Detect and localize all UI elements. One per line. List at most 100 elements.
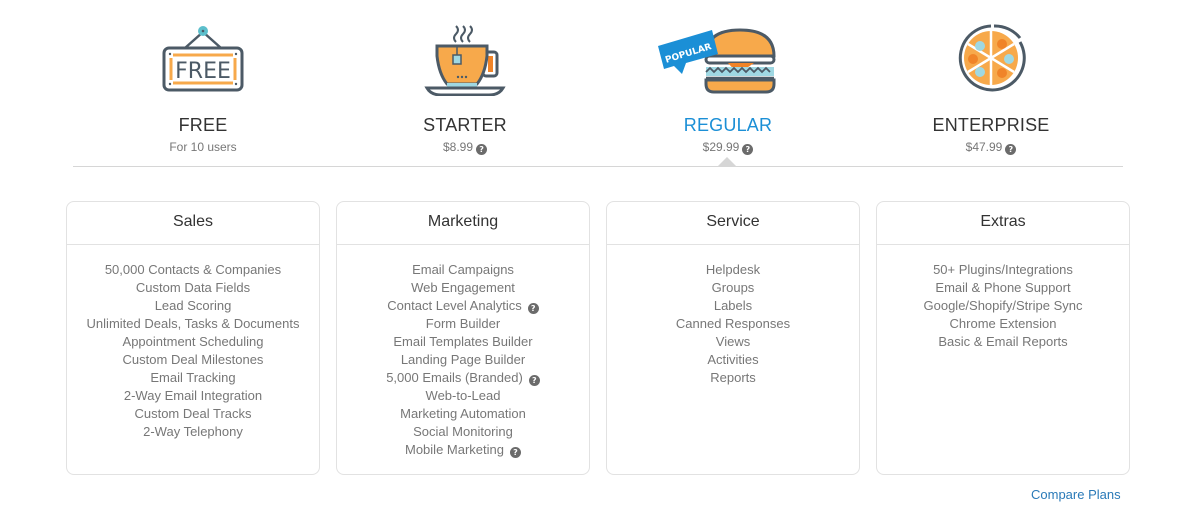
feature-item: 5,000 Emails (Branded)? bbox=[337, 369, 589, 387]
card-title: Marketing bbox=[337, 202, 589, 245]
feature-item: Appointment Scheduling bbox=[67, 333, 319, 351]
plan-price-text: $8.99 bbox=[442, 140, 474, 154]
feature-item: Google/Shopify/Stripe Sync bbox=[877, 297, 1129, 315]
feature-item: Lead Scoring bbox=[67, 297, 319, 315]
feature-label: Basic & Email Reports bbox=[938, 334, 1068, 349]
feature-label: Groups bbox=[711, 280, 755, 295]
feature-label: Email Campaigns bbox=[412, 262, 514, 277]
feature-label: Mobile Marketing bbox=[405, 442, 504, 457]
feature-item: Chrome Extension bbox=[877, 315, 1129, 333]
feature-label: Lead Scoring bbox=[154, 298, 232, 313]
plan-price: $29.99? bbox=[618, 140, 838, 155]
plan-price: $47.99? bbox=[881, 140, 1101, 155]
feature-label: Unlimited Deals, Tasks & Documents bbox=[86, 316, 300, 331]
feature-item: Views bbox=[607, 333, 859, 351]
feature-label: Reports bbox=[710, 370, 756, 385]
feature-label: Contact Level Analytics bbox=[387, 298, 522, 313]
feature-item: Labels bbox=[607, 297, 859, 315]
plan-name: ENTERPRISE bbox=[932, 115, 1050, 135]
feature-list: 50+ Plugins/Integrations Email & Phone Su… bbox=[877, 245, 1129, 351]
free-sign-icon: FREE bbox=[161, 22, 245, 99]
plan-price-text: For 10 users bbox=[169, 140, 237, 154]
feature-label: Google/Shopify/Stripe Sync bbox=[923, 298, 1083, 313]
plan-name: REGULAR bbox=[683, 115, 773, 135]
feature-label: 2-Way Telephony bbox=[143, 424, 243, 439]
plan-selector: FREE FREE For 10 users STARTER $8.99? PO… bbox=[0, 0, 1198, 170]
feature-item: Activities bbox=[607, 351, 859, 369]
plan-price: $8.99? bbox=[355, 140, 575, 155]
feature-item: 2-Way Email Integration bbox=[67, 387, 319, 405]
plan-price-text: $29.99 bbox=[702, 140, 740, 154]
feature-label: Labels bbox=[713, 298, 753, 313]
feature-item: Canned Responses bbox=[607, 315, 859, 333]
burger-icon: POPULAR bbox=[656, 22, 780, 99]
feature-item: Unlimited Deals, Tasks & Documents bbox=[67, 315, 319, 333]
tea-cup-icon bbox=[423, 22, 507, 101]
help-icon[interactable]: ? bbox=[510, 447, 521, 458]
feature-item: Marketing Automation bbox=[337, 405, 589, 423]
feature-label: Email Templates Builder bbox=[393, 334, 533, 349]
feature-item: Custom Deal Tracks bbox=[67, 405, 319, 423]
plans-divider bbox=[73, 166, 1123, 167]
feature-label: Form Builder bbox=[425, 316, 501, 331]
help-icon[interactable]: ? bbox=[476, 144, 488, 155]
help-icon[interactable]: ? bbox=[528, 375, 540, 386]
feature-label: Views bbox=[715, 334, 751, 349]
plan-price: For 10 users bbox=[93, 140, 313, 154]
feature-item: Form Builder bbox=[337, 315, 589, 333]
feature-item: Email Tracking bbox=[67, 369, 319, 387]
feature-label: 2-Way Email Integration bbox=[123, 388, 263, 403]
feature-item: Web-to-Lead bbox=[337, 387, 589, 405]
card-title: Service bbox=[607, 202, 859, 245]
feature-label: Marketing Automation bbox=[400, 406, 526, 421]
compare-plans-link[interactable]: Compare Plans bbox=[1031, 487, 1121, 502]
feature-label: 50+ Plugins/Integrations bbox=[933, 262, 1073, 277]
feature-label: 5,000 Emails (Branded) bbox=[386, 370, 523, 385]
feature-list: Email Campaigns Web Engagement Contact Lev… bbox=[337, 245, 589, 459]
feature-item: Web Engagement bbox=[337, 279, 589, 297]
feature-item: Basic & Email Reports bbox=[877, 333, 1129, 351]
feature-label: 50,000 Contacts & Companies bbox=[104, 262, 282, 277]
feature-label: Email & Phone Support bbox=[935, 280, 1071, 295]
feature-item: 2-Way Telephony bbox=[67, 423, 319, 441]
help-icon[interactable]: ? bbox=[527, 303, 539, 314]
feature-label: Helpdesk bbox=[705, 262, 761, 277]
help-icon[interactable]: ? bbox=[1005, 144, 1017, 155]
feature-label: Custom Data Fields bbox=[135, 280, 251, 295]
feature-label: Web-to-Lead bbox=[425, 388, 501, 403]
help-icon[interactable]: ? bbox=[742, 144, 754, 155]
card-title: Sales bbox=[67, 202, 319, 245]
feature-item: Groups bbox=[607, 279, 859, 297]
feature-label: Social Monitoring bbox=[413, 424, 513, 439]
feature-card-service: Service Helpdesk Groups Labels Canned Respo… bbox=[606, 201, 860, 475]
feature-list: Helpdesk Groups Labels Canned Responses View… bbox=[607, 245, 859, 387]
plan-name: FREE bbox=[178, 115, 228, 135]
feature-list: 50,000 Contacts & Companies Custom Data F… bbox=[67, 245, 319, 441]
plan-name: STARTER bbox=[423, 115, 507, 135]
feature-label: Web Engagement bbox=[411, 280, 515, 295]
pizza-icon bbox=[956, 22, 1026, 99]
feature-card-sales: Sales 50,000 Contacts & Companies Custom … bbox=[66, 201, 320, 475]
feature-label: Canned Responses bbox=[675, 316, 791, 331]
feature-card-marketing: Marketing Email Campaigns Web Engagement C… bbox=[336, 201, 590, 475]
feature-label: Landing Page Builder bbox=[400, 352, 526, 367]
feature-item: Custom Deal Milestones bbox=[67, 351, 319, 369]
feature-item: 50,000 Contacts & Companies bbox=[67, 261, 319, 279]
feature-item: Mobile Marketing? bbox=[337, 441, 589, 459]
feature-item: Email Templates Builder bbox=[337, 333, 589, 351]
selected-plan-pointer bbox=[717, 157, 737, 167]
feature-item: 50+ Plugins/Integrations bbox=[877, 261, 1129, 279]
feature-item: Email & Phone Support bbox=[877, 279, 1129, 297]
feature-label: Chrome Extension bbox=[949, 316, 1057, 331]
feature-label: Email Tracking bbox=[150, 370, 236, 385]
feature-item: Contact Level Analytics? bbox=[337, 297, 589, 315]
feature-item: Helpdesk bbox=[607, 261, 859, 279]
feature-label: Custom Deal Milestones bbox=[122, 352, 264, 367]
feature-label: Appointment Scheduling bbox=[122, 334, 264, 349]
feature-label: Custom Deal Tracks bbox=[134, 406, 252, 421]
feature-item: Social Monitoring bbox=[337, 423, 589, 441]
feature-label: Activities bbox=[707, 352, 759, 367]
feature-item: Custom Data Fields bbox=[67, 279, 319, 297]
feature-item: Landing Page Builder bbox=[337, 351, 589, 369]
free-sign-text: FREE bbox=[175, 59, 231, 84]
